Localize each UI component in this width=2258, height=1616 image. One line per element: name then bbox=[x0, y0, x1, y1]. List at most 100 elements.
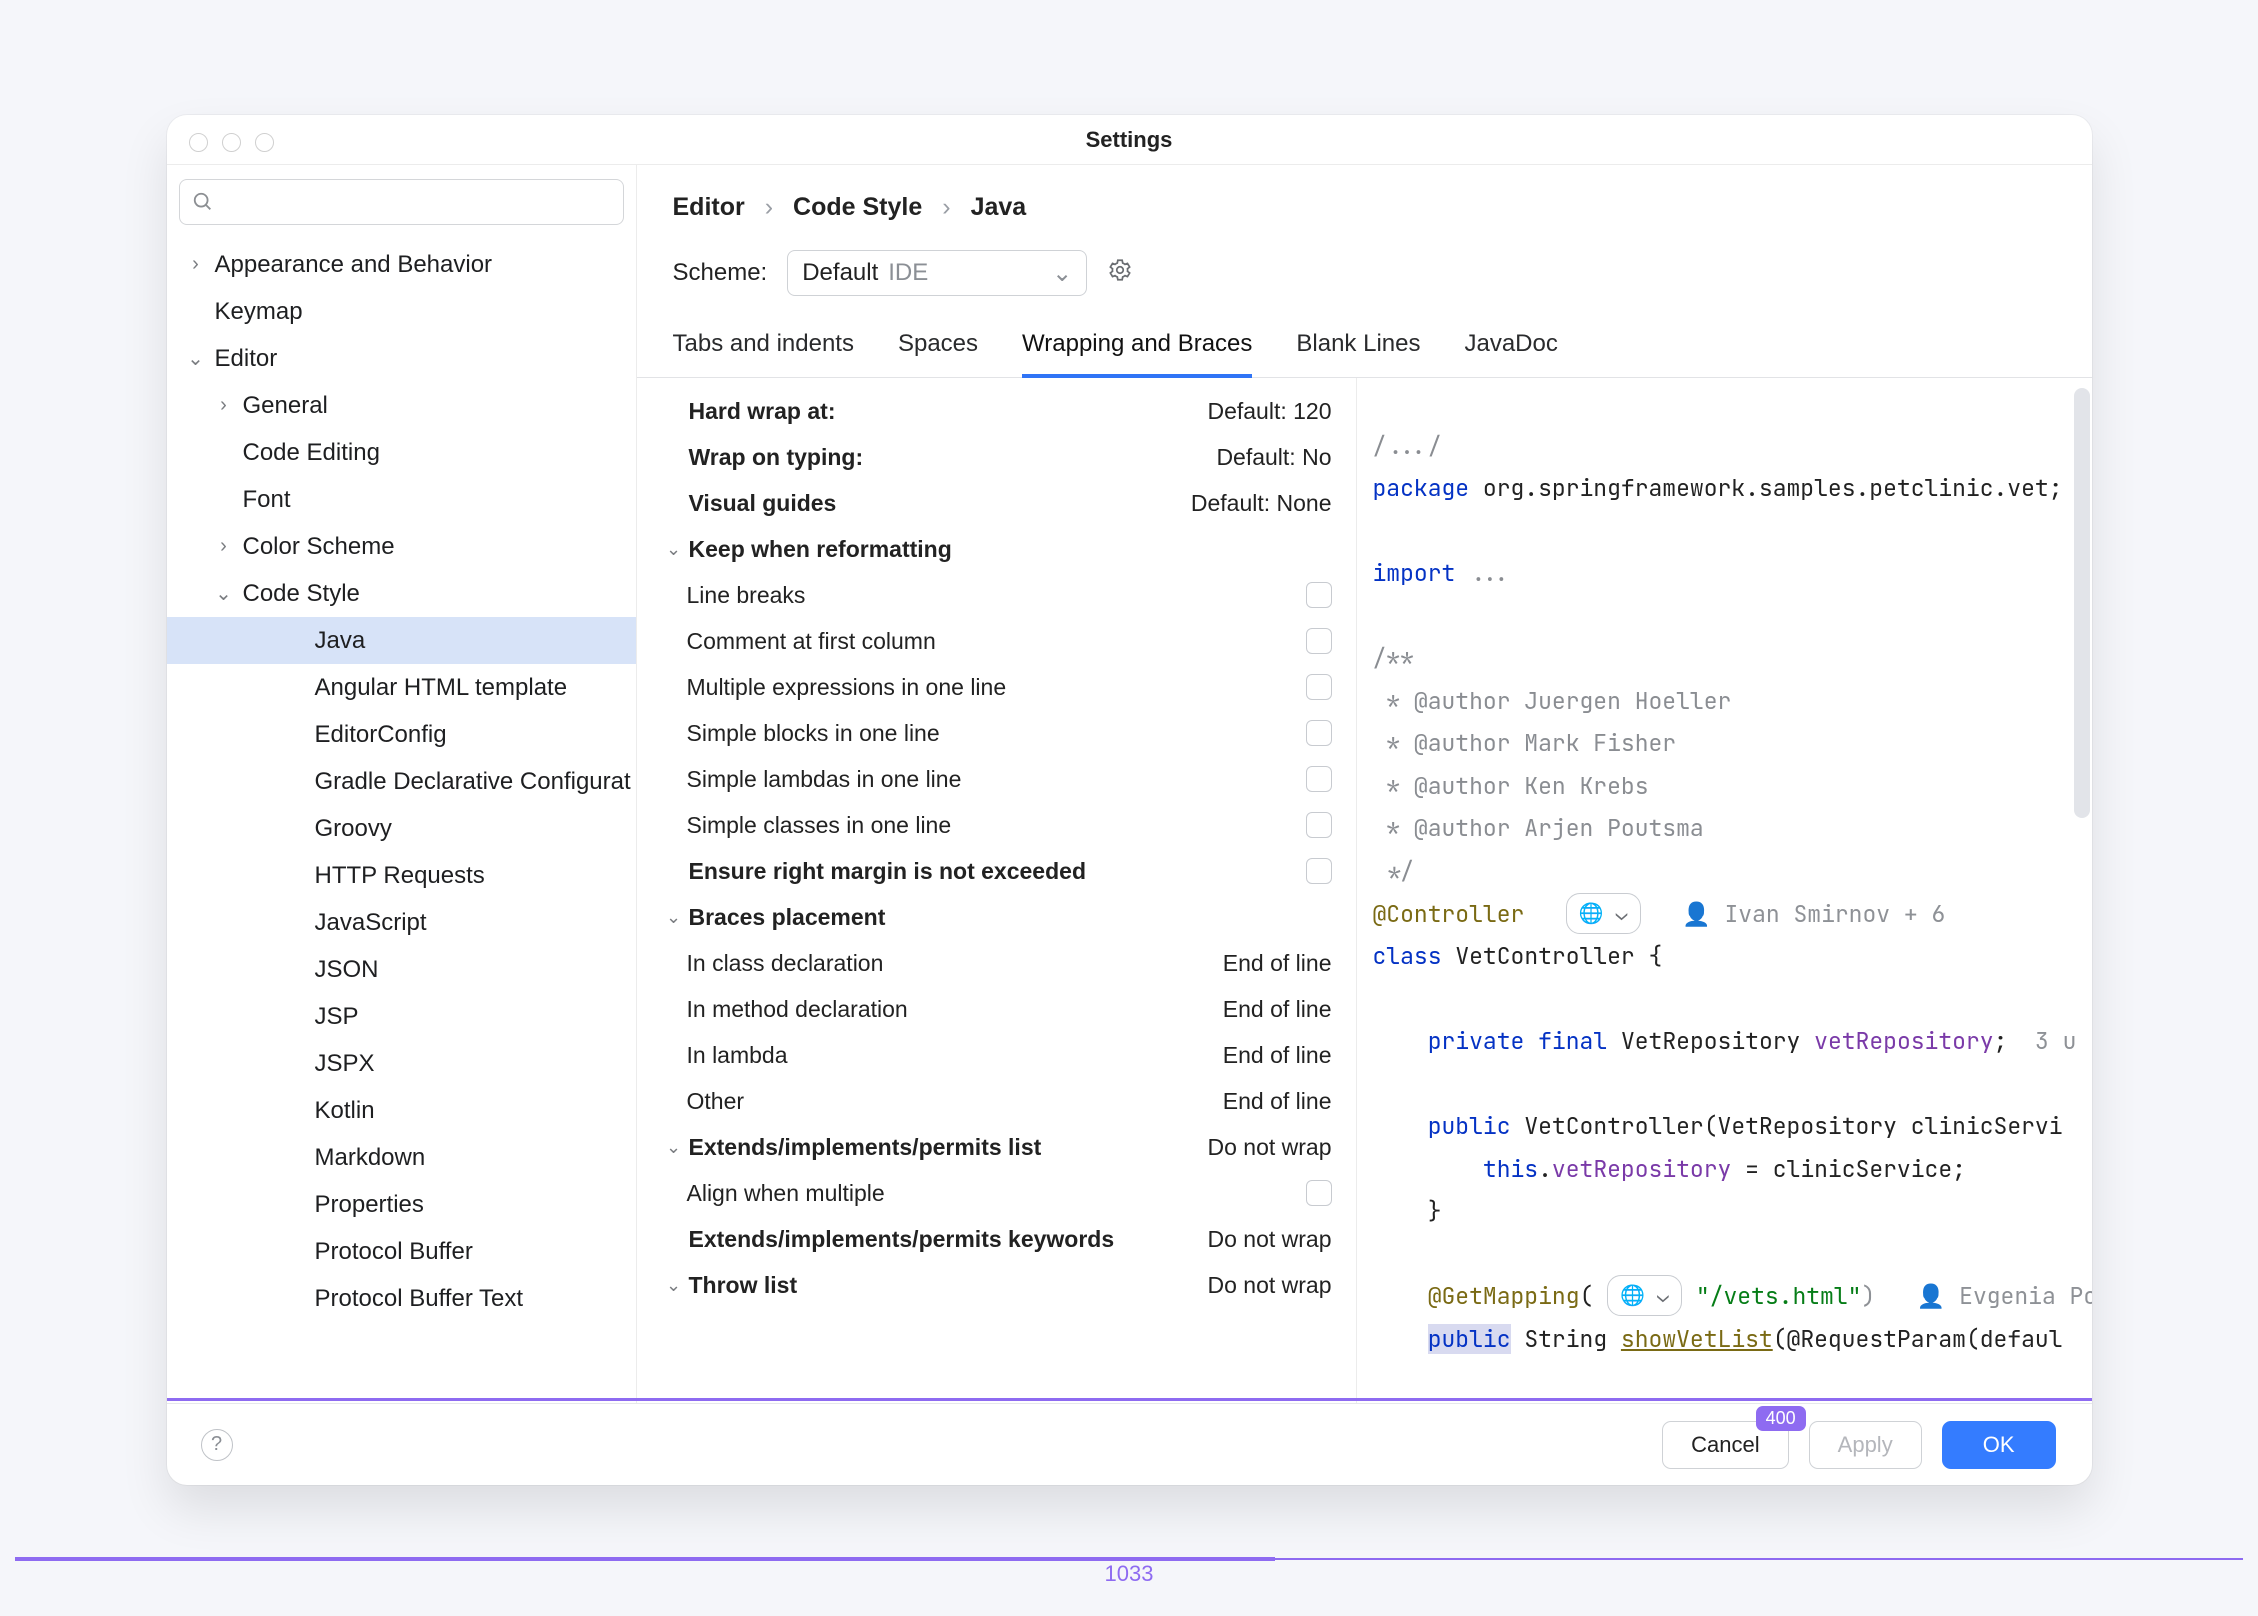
scrollbar[interactable] bbox=[2074, 388, 2090, 818]
sidebar-item-markdown[interactable]: Markdown bbox=[167, 1134, 636, 1181]
option-comment-at-first-column[interactable]: Comment at first column bbox=[649, 618, 1332, 664]
sidebar-item-json[interactable]: JSON bbox=[167, 946, 636, 993]
sidebar-item-http-requests[interactable]: HTTP Requests bbox=[167, 852, 636, 899]
sidebar-item-label: Gradle Declarative Configurat bbox=[315, 768, 631, 796]
gear-icon[interactable] bbox=[1107, 257, 1133, 290]
tab-wrapping-and-braces[interactable]: Wrapping and Braces bbox=[1022, 320, 1252, 378]
sidebar-item-label: JSPX bbox=[315, 1050, 375, 1078]
sidebar-item-label: Editor bbox=[215, 345, 278, 373]
option-hard-wrap-at-[interactable]: Hard wrap at:Default: 120 bbox=[649, 388, 1332, 434]
option-in-method-declaration[interactable]: In method declarationEnd of line bbox=[649, 986, 1332, 1032]
checkbox[interactable] bbox=[1306, 628, 1332, 654]
option-value[interactable]: Default: None bbox=[1191, 490, 1332, 517]
checkbox[interactable] bbox=[1306, 720, 1332, 746]
option-line-breaks[interactable]: Line breaks bbox=[649, 572, 1332, 618]
option-simple-lambdas-in-one-line[interactable]: Simple lambdas in one line bbox=[649, 756, 1332, 802]
sidebar-item-code-style[interactable]: ⌄Code Style bbox=[167, 570, 636, 617]
sidebar-item-general[interactable]: ›General bbox=[167, 382, 636, 429]
sidebar-item-code-editing[interactable]: Code Editing bbox=[167, 429, 636, 476]
option-multiple-expressions-in-one-line[interactable]: Multiple expressions in one line bbox=[649, 664, 1332, 710]
option-extends-implements-permits-keywords[interactable]: Extends/implements/permits keywordsDo no… bbox=[649, 1216, 1332, 1262]
tab-spaces[interactable]: Spaces bbox=[898, 320, 978, 377]
sidebar-item-keymap[interactable]: Keymap bbox=[167, 288, 636, 335]
sidebar-item-gradle-declarative-configurat[interactable]: Gradle Declarative Configurat bbox=[167, 758, 636, 805]
option-label: In lambda bbox=[687, 1042, 788, 1069]
sidebar-item-label: Markdown bbox=[315, 1144, 426, 1172]
globe-icon[interactable]: 🌐 ⌄ bbox=[1607, 1275, 1682, 1316]
scheme-select[interactable]: Default IDE ⌄ bbox=[787, 250, 1087, 296]
sidebar-item-jspx[interactable]: JSPX bbox=[167, 1040, 636, 1087]
option-value[interactable]: Default: No bbox=[1216, 444, 1331, 471]
tab-blank-lines[interactable]: Blank Lines bbox=[1296, 320, 1420, 377]
sidebar-item-jsp[interactable]: JSP bbox=[167, 993, 636, 1040]
crumb-editor[interactable]: Editor bbox=[673, 193, 745, 222]
sidebar-item-label: Font bbox=[243, 486, 291, 514]
option-simple-blocks-in-one-line[interactable]: Simple blocks in one line bbox=[649, 710, 1332, 756]
option-label: Simple blocks in one line bbox=[687, 720, 940, 747]
checkbox[interactable] bbox=[1306, 812, 1332, 838]
option-other[interactable]: OtherEnd of line bbox=[649, 1078, 1332, 1124]
sidebar-item-editor[interactable]: ⌄Editor bbox=[167, 335, 636, 382]
option-value[interactable]: Default: 120 bbox=[1207, 398, 1331, 425]
traffic-lights[interactable] bbox=[189, 133, 274, 152]
sidebar-item-editorconfig[interactable]: EditorConfig bbox=[167, 711, 636, 758]
checkbox[interactable] bbox=[1306, 766, 1332, 792]
option-ensure-right-margin-is-not-exceeded[interactable]: Ensure right margin is not exceeded bbox=[649, 848, 1332, 894]
sidebar-item-appearance-and-behavior[interactable]: ›Appearance and Behavior bbox=[167, 241, 636, 288]
option-visual-guides[interactable]: Visual guidesDefault: None bbox=[649, 480, 1332, 526]
sidebar-item-protocol-buffer-text[interactable]: Protocol Buffer Text bbox=[167, 1275, 636, 1322]
option-throw-list[interactable]: ⌄Throw listDo not wrap bbox=[649, 1262, 1332, 1308]
sidebar-item-java[interactable]: Java bbox=[167, 617, 636, 664]
sidebar-item-angular-html-template[interactable]: Angular HTML template bbox=[167, 664, 636, 711]
sidebar-item-label: Properties bbox=[315, 1191, 424, 1219]
chevron-down-icon[interactable]: ⌄ bbox=[663, 1275, 685, 1296]
globe-icon[interactable]: 🌐 ⌄ bbox=[1566, 893, 1641, 934]
option-label: Line breaks bbox=[687, 582, 806, 609]
dialog-footer: ? Cancel 400 Apply OK bbox=[167, 1403, 2092, 1485]
minimize-icon[interactable] bbox=[222, 133, 241, 152]
apply-button[interactable]: Apply bbox=[1809, 1421, 1922, 1469]
sidebar-item-properties[interactable]: Properties bbox=[167, 1181, 636, 1228]
cancel-button[interactable]: Cancel 400 bbox=[1662, 1421, 1788, 1469]
option-in-lambda[interactable]: In lambda End of line bbox=[649, 1032, 1332, 1078]
close-icon[interactable] bbox=[189, 133, 208, 152]
option-value[interactable]: End of line bbox=[1223, 996, 1332, 1023]
option-extends-implements-permits-list[interactable]: ⌄Extends/implements/permits listDo not w… bbox=[649, 1124, 1332, 1170]
option-value[interactable]: Do not wrap bbox=[1207, 1134, 1331, 1161]
sidebar-item-groovy[interactable]: Groovy bbox=[167, 805, 636, 852]
sidebar-item-label: Kotlin bbox=[315, 1097, 375, 1125]
option-align-when-multiple[interactable]: Align when multiple bbox=[649, 1170, 1332, 1216]
option-value[interactable]: Do not wrap bbox=[1207, 1226, 1331, 1253]
checkbox[interactable] bbox=[1306, 674, 1332, 700]
option-simple-classes-in-one-line[interactable]: Simple classes in one line bbox=[649, 802, 1332, 848]
option-label: Keep when reformatting bbox=[689, 536, 952, 563]
help-icon[interactable]: ? bbox=[201, 1429, 233, 1461]
option-value[interactable]: End of line bbox=[1223, 1042, 1332, 1069]
option-value[interactable]: End of line bbox=[1223, 1088, 1332, 1115]
search-input[interactable] bbox=[179, 179, 624, 225]
option-value[interactable]: Do not wrap bbox=[1207, 1272, 1331, 1299]
sidebar-item-label: Keymap bbox=[215, 298, 303, 326]
tab-tabs-and-indents[interactable]: Tabs and indents bbox=[673, 320, 854, 377]
checkbox[interactable] bbox=[1306, 582, 1332, 608]
sidebar-item-javascript[interactable]: JavaScript bbox=[167, 899, 636, 946]
sidebar-item-font[interactable]: Font bbox=[167, 476, 636, 523]
ok-button[interactable]: OK bbox=[1942, 1421, 2056, 1469]
sidebar-item-color-scheme[interactable]: ›Color Scheme bbox=[167, 523, 636, 570]
option-wrap-on-typing-[interactable]: Wrap on typing:Default: No bbox=[649, 434, 1332, 480]
checkbox[interactable] bbox=[1306, 1180, 1332, 1206]
sidebar-item-label: Appearance and Behavior bbox=[215, 251, 493, 279]
option-label: Multiple expressions in one line bbox=[687, 674, 1007, 701]
chevron-down-icon[interactable]: ⌄ bbox=[663, 907, 685, 928]
sidebar-item-label: Protocol Buffer Text bbox=[315, 1285, 524, 1313]
option-value[interactable]: End of line bbox=[1223, 950, 1332, 977]
option-in-class-declaration[interactable]: In class declarationEnd of line bbox=[649, 940, 1332, 986]
zoom-icon[interactable] bbox=[255, 133, 274, 152]
tab-javadoc[interactable]: JavaDoc bbox=[1464, 320, 1557, 377]
sidebar-item-protocol-buffer[interactable]: Protocol Buffer bbox=[167, 1228, 636, 1275]
checkbox[interactable] bbox=[1306, 858, 1332, 884]
chevron-down-icon[interactable]: ⌄ bbox=[663, 1137, 685, 1158]
sidebar-item-kotlin[interactable]: Kotlin bbox=[167, 1087, 636, 1134]
crumb-code-style[interactable]: Code Style bbox=[793, 193, 922, 222]
chevron-down-icon[interactable]: ⌄ bbox=[663, 539, 685, 560]
